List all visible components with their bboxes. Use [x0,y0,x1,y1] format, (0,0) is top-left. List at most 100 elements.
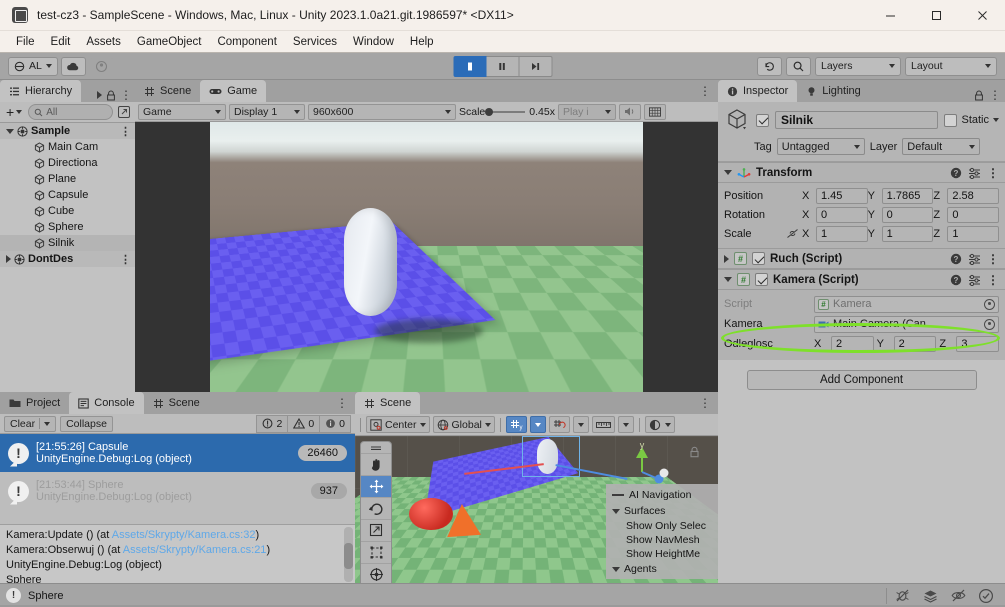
pause-button[interactable] [486,56,519,77]
tab-scene[interactable]: Scene [135,80,200,102]
rotation-y-input[interactable]: 0 [882,207,934,223]
magnet-snap-dropdown[interactable] [573,416,589,433]
chevron-right-icon[interactable] [724,255,729,263]
odleglosc-z-input[interactable]: 3 [956,336,999,352]
hierarchy-row[interactable]: Sample ⋮ [0,123,135,139]
lock-icon[interactable] [106,90,116,101]
chevron-down-icon[interactable] [6,129,14,134]
space-dropdown[interactable]: Global [433,416,495,433]
magnet-snap-toggle[interactable] [549,416,570,433]
scale-x-input[interactable]: 1 [816,226,868,242]
collapse-button[interactable]: Collapse [60,416,113,432]
console-detail-pane[interactable]: Kamera:Update () (at Assets/Skrypty/Kame… [0,524,355,584]
hierarchy-row[interactable]: Directiona [0,155,135,171]
scene-render-canvas[interactable]: y z AI Navigation Surfaces Show Only Sel [355,436,718,583]
console-log-list[interactable]: ! [21:55:26] Capsule UnityEngine.Debug:Log… [0,434,355,524]
tab-console[interactable]: Console [69,392,143,414]
hierarchy-row[interactable]: Main Cam [0,139,135,155]
object-picker-icon[interactable] [984,299,995,310]
game-render-canvas[interactable] [135,122,718,414]
play-button[interactable] [453,56,486,77]
component-header-kamera[interactable]: # Kamera (Script) ? ⋮ [718,269,1005,290]
info-count[interactable]: 0 [320,415,351,433]
chevron-down-icon[interactable] [993,118,999,122]
stats-button[interactable] [644,104,666,120]
chevron-down-icon[interactable] [44,422,50,426]
chevron-down-icon[interactable] [724,277,732,282]
kebab-icon[interactable]: ⋮ [120,88,132,102]
add-object-button[interactable]: + [4,104,24,120]
close-button[interactable] [959,0,1005,31]
display-dropdown[interactable]: Display 1 [229,104,305,120]
gameobject-icon[interactable] [724,107,750,133]
layers-dropdown[interactable]: Layers [815,57,901,76]
component-header-ruch[interactable]: # Ruch (Script) ? ⋮ [718,248,1005,269]
grid-snap-toggle[interactable]: y [506,416,527,433]
add-component-button[interactable]: Add Component [747,370,977,390]
menu-component[interactable]: Component [209,34,284,50]
detail-scroll-thumb[interactable] [344,543,353,569]
hierarchy-row[interactable]: Cube [0,203,135,219]
scene-tool-rotate[interactable] [361,498,391,520]
transform-component-header[interactable]: Transform ? ⋮ [718,162,1005,183]
scene-lighting-toggle[interactable] [645,416,675,433]
scene-tool-hand[interactable] [361,454,391,476]
preset-icon[interactable] [968,167,981,179]
pivot-dropdown[interactable]: Center [366,416,430,433]
position-y-input[interactable]: 1.7865 [882,188,934,204]
detail-source-link[interactable]: Assets/Skrypty/Kamera.cs:32 [112,529,256,541]
kebab-icon[interactable]: ⋮ [987,166,999,180]
kebab-icon[interactable]: ⋮ [329,392,355,414]
help-icon[interactable]: ? [950,253,962,265]
object-picker-icon[interactable] [984,319,995,330]
search-icon[interactable] [786,57,811,76]
menu-window[interactable]: Window [345,34,402,50]
kebab-icon[interactable]: ⋮ [692,80,718,102]
odleglosc-x-input[interactable]: 2 [831,336,874,352]
grid-snap-dropdown[interactable] [530,416,546,433]
tab-project[interactable]: Project [0,392,69,414]
tab-inspector[interactable]: Inspector [718,80,797,102]
menu-services[interactable]: Services [285,34,345,50]
account-dropdown[interactable]: AL [8,57,58,76]
scene-tool-transform[interactable] [361,564,391,583]
undo-history-icon[interactable] [757,57,782,76]
tab-scene-view[interactable]: Scene [355,392,420,414]
kebab-icon[interactable]: ⋮ [120,125,135,138]
check-circle-icon[interactable] [973,585,999,607]
step-button[interactable] [519,56,552,77]
hierarchy-row[interactable]: DontDes ⋮ [0,251,135,267]
chevron-down-icon[interactable] [612,567,620,572]
overlay-title-bar[interactable]: AI Navigation [606,487,718,503]
ai-navigation-overlay[interactable]: AI Navigation Surfaces Show Only Selec S… [606,484,718,579]
component-enabled-checkbox[interactable] [752,252,765,265]
slider-knob[interactable] [485,108,493,116]
preset-icon[interactable] [968,253,981,265]
resolution-dropdown[interactable]: 960x600 [308,104,456,120]
kamera-object-field[interactable]: Main Camera (Can [814,316,999,333]
overlay-section-surfaces[interactable]: Surfaces [606,503,718,519]
scale-z-input[interactable]: 1 [947,226,999,242]
help-icon[interactable]: ? [950,274,962,286]
gameobject-name-input[interactable]: Silnik [775,111,938,129]
gameobject-enabled-checkbox[interactable] [756,114,769,127]
kebab-icon[interactable]: ⋮ [120,253,135,266]
error-count[interactable]: 2 [256,415,288,433]
status-bar[interactable]: ! Sphere [0,583,1005,607]
preset-icon[interactable] [968,274,981,286]
static-toggle[interactable]: Static [944,114,999,127]
grip-icon[interactable] [612,494,624,496]
scale-y-input[interactable]: 1 [882,226,934,242]
bug-off-icon[interactable] [889,585,915,607]
minimize-button[interactable] [867,0,913,31]
rotation-x-input[interactable]: 0 [816,207,868,223]
detail-scrollbar[interactable] [344,527,353,582]
overlay-section-agents[interactable]: Agents [606,561,718,577]
scene-tools-palette[interactable] [360,441,392,583]
tab-hierarchy[interactable]: Hierarchy [0,80,81,102]
chevron-down-icon[interactable] [724,170,732,175]
clear-button[interactable]: Clear [4,416,56,432]
scene-tool-scale[interactable] [361,520,391,542]
tab-scene-bottom[interactable]: Scene [144,392,209,414]
tag-dropdown[interactable]: Untagged [777,138,865,155]
